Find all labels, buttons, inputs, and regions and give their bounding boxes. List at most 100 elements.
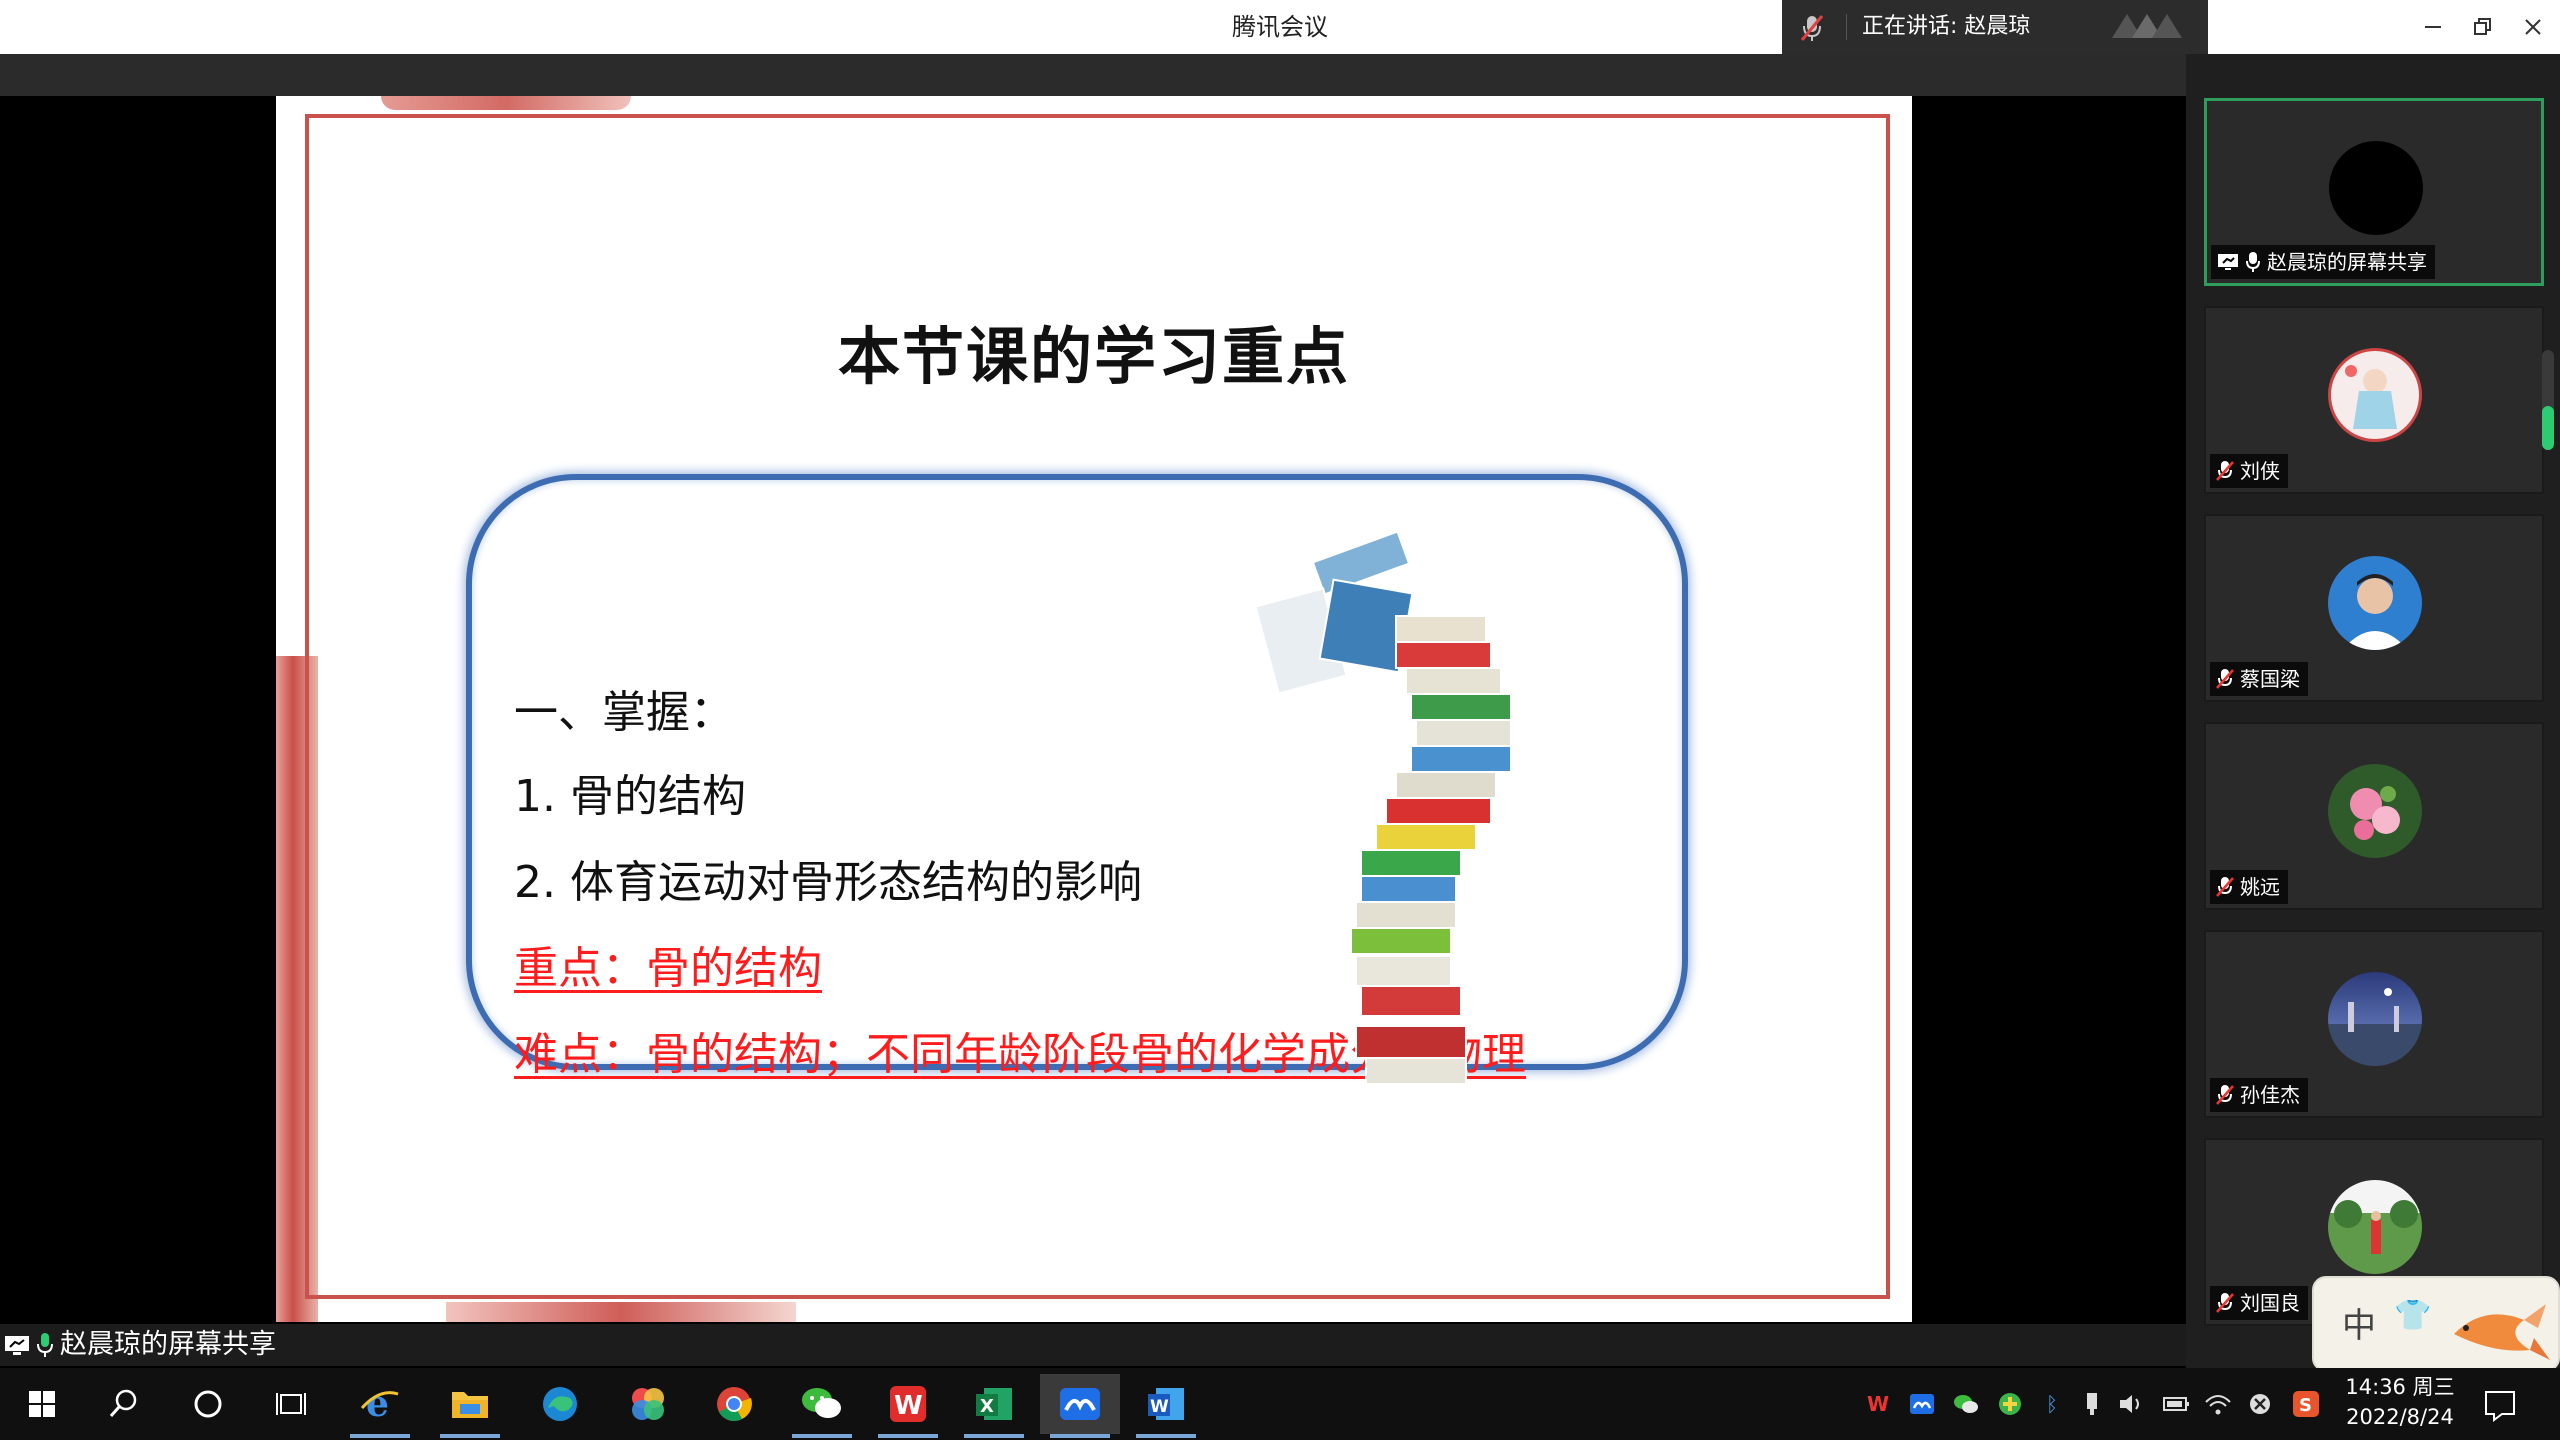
book-question-mark-image	[1254, 530, 1512, 1085]
mic-muted-icon	[2216, 461, 2234, 481]
participants-scrollbar[interactable]	[2542, 350, 2554, 450]
start-button[interactable]	[2, 1374, 82, 1434]
slide-line-2: 2. 体育运动对骨形态结构的影响	[514, 857, 1142, 908]
avatar	[2328, 348, 2422, 442]
svg-text:e: e	[366, 1384, 389, 1424]
wechat-icon	[802, 1388, 841, 1418]
tencent-meeting-icon	[1060, 1388, 1100, 1420]
network-blocked-icon[interactable]	[2246, 1390, 2274, 1418]
minimize-icon	[2425, 26, 2441, 28]
ime-skin-icon[interactable]: 👕	[2394, 1298, 2431, 1333]
ime-widget[interactable]: 中 👕	[2312, 1276, 2560, 1372]
participant-name: 孙佳杰	[2240, 1083, 2300, 1107]
participant-name: 姚远	[2240, 875, 2280, 899]
night-city-icon	[2328, 988, 2422, 1066]
man-portrait-icon	[2342, 574, 2408, 650]
slide-line-heading: 一、掌握：	[514, 687, 734, 738]
battery-icon[interactable]	[2162, 1390, 2190, 1418]
notification-center-icon[interactable]	[2480, 1386, 2520, 1426]
task-view-button[interactable]	[252, 1374, 332, 1434]
avatar	[2329, 141, 2423, 235]
minimize-button[interactable]	[2408, 0, 2458, 54]
scrollbar-thumb[interactable]	[2542, 406, 2554, 450]
restore-button[interactable]	[2458, 0, 2508, 54]
close-button[interactable]	[2508, 0, 2558, 54]
participant-tile-5[interactable]: 孙佳杰	[2204, 930, 2544, 1118]
presentation-slide: 本节课的学习重点 一、掌握： 1. 骨的结构 2. 体育运动对骨形态结构的影响 …	[276, 96, 1912, 1322]
taskbar-wps[interactable]: W	[868, 1374, 948, 1438]
svg-text:W: W	[1150, 1397, 1169, 1417]
chrome-icon	[717, 1387, 752, 1421]
wifi-icon[interactable]	[2204, 1390, 2232, 1418]
ime-mode-label[interactable]: 中	[2342, 1298, 2376, 1347]
taskbar-ie[interactable]: e	[340, 1374, 420, 1438]
search-icon	[109, 1389, 137, 1417]
mic-muted-icon	[2216, 669, 2234, 689]
security-tray-icon[interactable]	[1996, 1390, 2024, 1418]
sogou-ime-icon[interactable]: S	[2292, 1390, 2320, 1418]
participant-tile-4[interactable]: 姚远	[2204, 722, 2544, 910]
participant-name: 刘侠	[2240, 459, 2280, 483]
meeting-toolbar-strip	[0, 54, 2186, 96]
usb-device-icon[interactable]	[2078, 1390, 2106, 1418]
bluetooth-icon[interactable]: ᛒ	[2038, 1390, 2066, 1418]
photos-icon	[632, 1388, 664, 1420]
share-status-bar: 赵晨琼的屏幕共享	[0, 1324, 2186, 1366]
park-photo-icon	[2334, 1200, 2418, 1254]
participant-tile-1[interactable]: 赵晨琼的屏幕共享	[2204, 98, 2544, 286]
taskbar-clock[interactable]: 14:36 周三 2022/8/24	[2330, 1372, 2470, 1432]
mic-active-icon	[37, 1333, 53, 1357]
wechat-tray-icon[interactable]	[1952, 1390, 1980, 1418]
folder-icon	[452, 1392, 488, 1418]
avatar	[2328, 972, 2422, 1066]
taskbar-tencent-meeting[interactable]	[1040, 1374, 1120, 1438]
avatar	[2328, 556, 2422, 650]
slide-key-point: 重点：骨的结构	[514, 943, 822, 994]
taskbar-edge[interactable]	[520, 1374, 600, 1434]
avatar	[2328, 1180, 2422, 1274]
meeting-tray-icon[interactable]	[1908, 1390, 1936, 1418]
share-status-label: 赵晨琼的屏幕共享	[60, 1329, 276, 1360]
mic-muted-icon	[1800, 15, 1824, 41]
active-speaker-label: 正在讲话: 赵晨琼	[1862, 14, 2031, 39]
participant-name: 蔡国梁	[2240, 667, 2300, 691]
wps-tray-icon[interactable]: W	[1864, 1390, 1892, 1418]
slide-line-1: 1. 骨的结构	[514, 771, 746, 822]
participant-tile-3[interactable]: 蔡国梁	[2204, 514, 2544, 702]
cartoon-girl-icon	[2345, 365, 2397, 429]
speaker-panel: 正在讲话: 赵晨琼	[1782, 0, 2208, 54]
restore-icon	[2474, 18, 2491, 35]
taskbar-wechat[interactable]	[782, 1374, 862, 1438]
svg-text:X: X	[980, 1396, 994, 1417]
internet-explorer-icon: e	[360, 1384, 399, 1424]
flowers-icon	[2350, 786, 2400, 840]
cortana-icon	[194, 1390, 222, 1418]
volume-icon[interactable]	[2118, 1390, 2146, 1418]
participant-tile-2[interactable]: 刘侠	[2204, 306, 2544, 494]
taskbar-file-explorer[interactable]	[430, 1374, 510, 1438]
clock-date: 2022/8/24	[2346, 1405, 2454, 1429]
svg-text:W: W	[894, 1391, 923, 1421]
speaker-decoration-icon	[2112, 14, 2182, 38]
screen-share-icon	[5, 1336, 29, 1355]
slide-title: 本节课的学习重点	[837, 320, 1350, 393]
windows-start-icon	[29, 1391, 55, 1417]
taskbar-word[interactable]: W	[1126, 1374, 1206, 1438]
taskbar: e W X W W ᛒ S	[0, 1368, 2560, 1440]
screen-share-icon	[2218, 254, 2238, 270]
title-bar: 腾讯会议 正在讲话: 赵晨琼	[0, 0, 2560, 54]
task-view-icon	[276, 1393, 306, 1415]
taskbar-photos[interactable]	[608, 1374, 688, 1434]
svg-text:S: S	[2299, 1395, 2312, 1416]
excel-icon: X	[976, 1388, 1012, 1420]
cortana-button[interactable]	[168, 1374, 248, 1434]
search-button[interactable]	[84, 1374, 164, 1434]
edge-icon	[543, 1387, 577, 1421]
mic-muted-icon	[2216, 877, 2234, 897]
close-icon	[2525, 19, 2541, 35]
taskbar-excel[interactable]: X	[954, 1374, 1034, 1438]
participant-name: 刘国良	[2240, 1291, 2300, 1315]
mic-muted-icon	[2216, 1293, 2234, 1313]
taskbar-chrome[interactable]	[694, 1374, 774, 1434]
wps-icon: W	[890, 1386, 926, 1422]
